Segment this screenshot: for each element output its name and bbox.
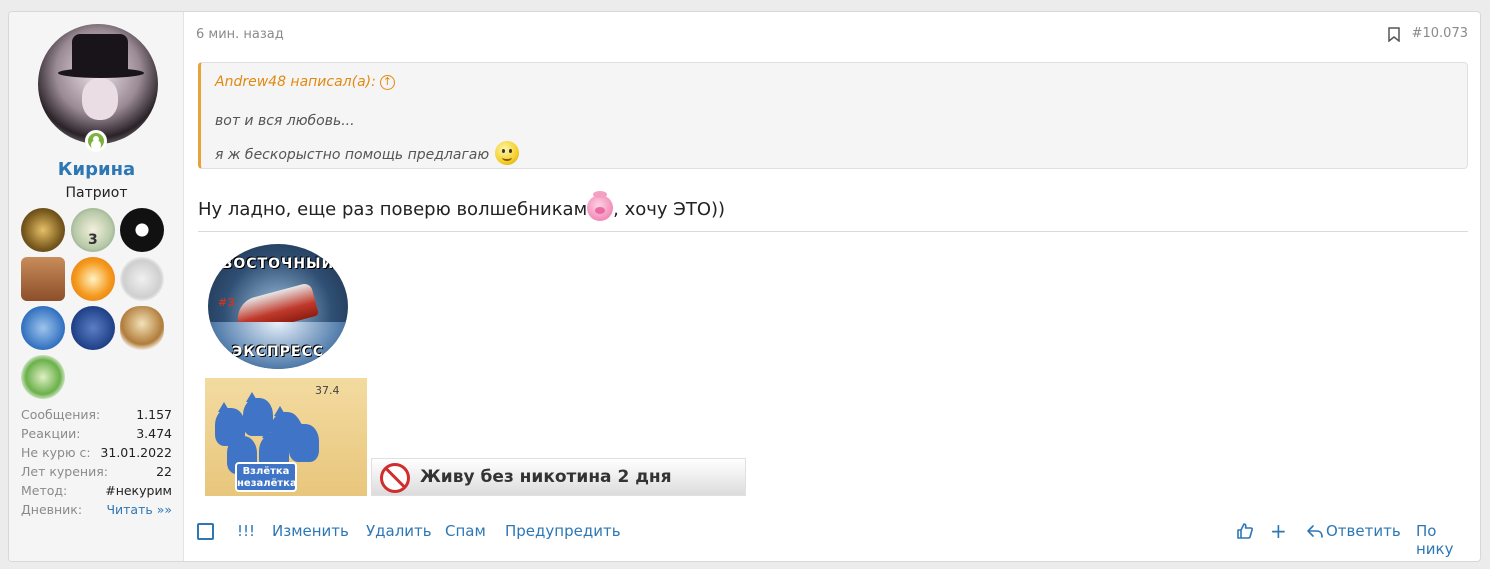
stat-method: Метод: #некурим	[21, 481, 172, 500]
by-nick-button[interactable]: По нику	[1416, 522, 1478, 558]
dark-figure-award-icon[interactable]	[120, 208, 164, 252]
stat-messages: Сообщения: 1.157	[21, 405, 172, 424]
stat-label: Метод:	[21, 483, 68, 498]
camera-award-icon[interactable]	[21, 355, 65, 399]
trophy-award-icon[interactable]	[21, 208, 65, 252]
diary-link[interactable]: Читать »»	[106, 500, 172, 519]
planes-award-icon[interactable]: 3	[71, 208, 115, 252]
warn-button[interactable]: Предупредить	[505, 522, 621, 540]
cats-number: 37.4	[315, 384, 340, 397]
cat-figure	[289, 418, 319, 462]
eastern-express-badge: ВОСТОЧНЫЙ #3 ЭКСПРЕСС	[208, 244, 348, 369]
avatar-face	[82, 78, 118, 120]
arrow-up-icon[interactable]: ↑	[379, 75, 395, 90]
quote-line-2: я ж бескорыстно помощь предлагаю	[215, 141, 520, 165]
reply-button[interactable]: Ответить	[1326, 522, 1401, 540]
stat-value: 1.157	[136, 407, 172, 422]
badge-bottom-text: ЭКСПРЕСС	[231, 344, 325, 360]
post-text: Ну ладно, еще раз поверю волшебникам , хо…	[198, 191, 726, 221]
book-award-icon[interactable]	[71, 257, 115, 301]
stat-quit-date: Не курю с: 31.01.2022	[21, 443, 172, 462]
quote-block: Andrew48 написал(а): ↑ вот и вся любовь..…	[198, 62, 1468, 169]
post-text-part-1: Ну ладно, еще раз поверю волшебникам	[198, 199, 588, 220]
stat-diary: Дневник: Читать »»	[21, 500, 172, 519]
stat-label: Сообщения:	[21, 407, 101, 422]
stat-value: 22	[156, 464, 172, 479]
no-smoking-banner: Живу без никотина 2 дня	[371, 458, 746, 496]
stat-value: #некурим	[105, 483, 172, 498]
stat-value: 31.01.2022	[100, 445, 172, 460]
avatar[interactable]	[38, 24, 158, 144]
reply-icon[interactable]	[1306, 522, 1324, 540]
post-time[interactable]: 6 мин. назад	[196, 27, 284, 42]
stat-label: Реакции:	[21, 426, 81, 441]
plus-icon[interactable]: +	[1270, 519, 1287, 543]
team-award-icon[interactable]	[71, 306, 115, 350]
quote-line-1: вот и вся любовь...	[215, 113, 355, 129]
stat-smoking-years: Лет курения: 22	[21, 462, 172, 481]
exclaim-button[interactable]: !!!	[237, 522, 255, 540]
stat-reactions: Реакции: 3.474	[21, 424, 172, 443]
post-actions: !!! Изменить Удалить Спам Предупредить +…	[196, 519, 1478, 558]
smiley-icon	[495, 141, 520, 165]
owl-award-icon[interactable]	[120, 306, 164, 350]
pig-smiley-icon	[587, 191, 614, 221]
stat-label: Дневник:	[21, 502, 83, 517]
delete-button[interactable]: Удалить	[366, 522, 432, 540]
avatar-hat-brim	[58, 68, 144, 78]
badge-number: #3	[218, 296, 235, 309]
suitcase-award-icon[interactable]	[21, 257, 65, 301]
cats-label-line-2: незалётка	[237, 478, 297, 489]
cats-image: 37.4 Взлётка незалётка	[205, 378, 367, 496]
stat-label: Не курю с:	[21, 445, 91, 460]
select-checkbox[interactable]	[197, 523, 214, 540]
cats-label-line-1: Взлётка	[242, 466, 290, 477]
banner-text: Живу без никотина 2 дня	[420, 467, 672, 487]
online-status-icon	[85, 130, 107, 152]
signature-divider	[198, 231, 1468, 232]
no-smoking-icon	[380, 463, 410, 493]
edit-button[interactable]: Изменить	[272, 522, 349, 540]
username[interactable]: Кирина	[9, 159, 184, 180]
avatar-hat	[72, 34, 128, 72]
quote-author[interactable]: Andrew48 написал(а): ↑	[215, 74, 395, 90]
post-text-part-2: , хочу ЭТО))	[613, 199, 726, 220]
post-number[interactable]: #10.073	[1412, 26, 1468, 41]
message-post: Кирина Патриот 3 Сообщения: 1.157 Реакции…	[8, 11, 1481, 562]
award-badge-count: 3	[88, 232, 98, 248]
cats-label: Взлётка незалётка	[235, 462, 297, 492]
spam-button[interactable]: Спам	[445, 522, 486, 540]
megaphone-award-icon[interactable]	[120, 257, 164, 301]
post-main: 6 мин. назад #10.073 Andrew48 написал(а)…	[196, 12, 1480, 561]
flex-award-icon[interactable]	[21, 306, 65, 350]
stat-label: Лет курения:	[21, 464, 108, 479]
user-title: Патриот	[65, 185, 128, 201]
badge-top-text: ВОСТОЧНЫЙ	[221, 256, 335, 272]
user-panel: Кирина Патриот 3 Сообщения: 1.157 Реакции…	[9, 12, 184, 561]
user-stats: Сообщения: 1.157 Реакции: 3.474 Не курю с:…	[21, 405, 172, 519]
quote-line-2-text: я ж бескорыстно помощь предлагаю	[215, 147, 490, 163]
quote-author-text: Andrew48 написал(а):	[215, 74, 376, 90]
thumbs-up-icon[interactable]	[1236, 522, 1254, 540]
bookmark-icon[interactable]	[1388, 27, 1400, 42]
stat-value: 3.474	[136, 426, 172, 441]
